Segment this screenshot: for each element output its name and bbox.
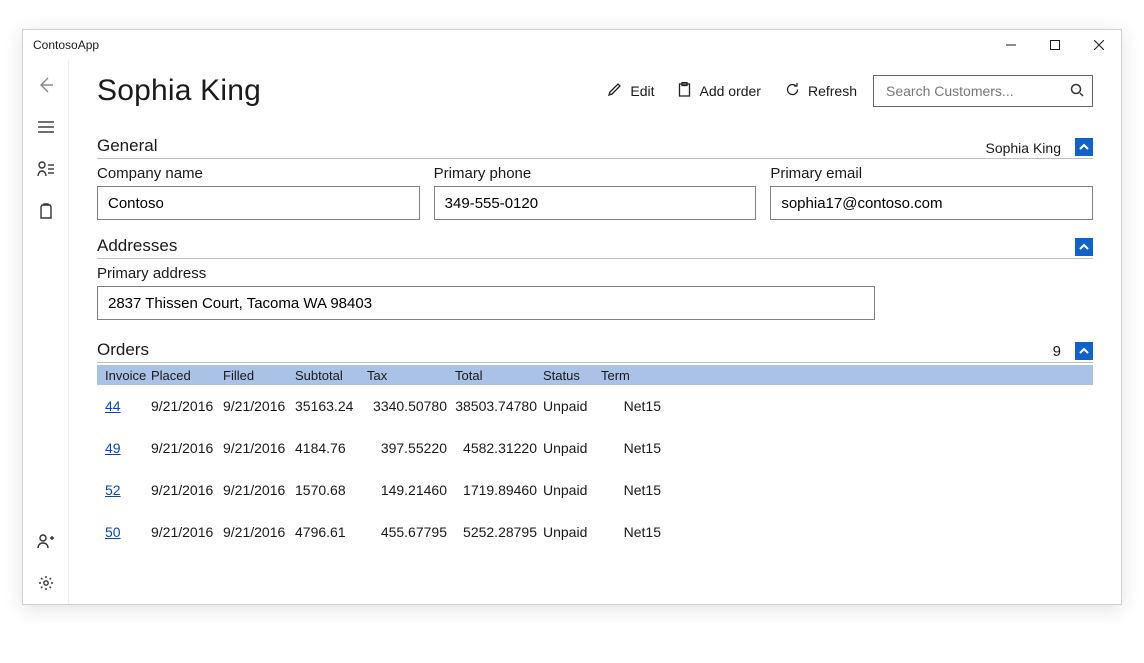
command-bar: Edit Add order Refresh (607, 82, 857, 100)
section-general-name: Sophia King (985, 140, 1061, 156)
cell-tax: 149.21460 (367, 482, 455, 498)
table-row[interactable]: 509/21/20169/21/20164796.61455.677955252… (97, 511, 1093, 553)
pencil-icon (607, 82, 622, 100)
cell-filled: 9/21/2016 (223, 524, 295, 540)
invoice-link[interactable]: 50 (105, 524, 121, 540)
company-input[interactable] (97, 186, 420, 220)
cell-placed: 9/21/2016 (151, 482, 223, 498)
clipboard-icon (678, 82, 691, 100)
field-primary-address: Primary address (97, 265, 875, 320)
search-icon (1070, 83, 1084, 100)
cell-term: Net15 (601, 482, 661, 498)
section-addresses-title: Addresses (97, 236, 1075, 256)
add-order-label: Add order (699, 83, 760, 99)
cell-tax: 455.67795 (367, 524, 455, 540)
cell-placed: 9/21/2016 (151, 440, 223, 456)
cell-filled: 9/21/2016 (223, 482, 295, 498)
app-window: ContosoApp (22, 29, 1122, 605)
cell-subtotal: 35163.24 (295, 398, 367, 414)
sidebar-item-settings[interactable] (23, 562, 69, 604)
refresh-button[interactable]: Refresh (785, 82, 857, 100)
hamburger-menu-button[interactable] (23, 106, 69, 148)
col-total[interactable]: Total (455, 368, 543, 383)
cell-term: Net15 (601, 524, 661, 540)
field-company: Company name (97, 165, 420, 220)
page-title: Sophia King (97, 74, 607, 108)
section-general-title: General (97, 136, 985, 156)
cell-tax: 3340.50780 (367, 398, 455, 414)
table-row[interactable]: 529/21/20169/21/20161570.68149.214601719… (97, 469, 1093, 511)
primary-address-label: Primary address (97, 265, 875, 282)
field-phone: Primary phone (434, 165, 757, 220)
refresh-label: Refresh (808, 83, 857, 99)
email-label: Primary email (770, 165, 1093, 182)
orders-count: 9 (1053, 343, 1061, 360)
invoice-link[interactable]: 44 (105, 398, 121, 414)
company-label: Company name (97, 165, 420, 182)
cell-placed: 9/21/2016 (151, 398, 223, 414)
section-orders-title: Orders (97, 340, 1053, 360)
cell-subtotal: 4184.76 (295, 440, 367, 456)
collapse-general-button[interactable] (1075, 138, 1093, 156)
col-term[interactable]: Term (601, 368, 661, 383)
orders-table-header: Invoice Placed Filled Subtotal Tax Total… (97, 365, 1093, 385)
sidebar-item-add-user[interactable] (23, 520, 69, 562)
close-button[interactable] (1077, 30, 1121, 60)
cell-total: 4582.31220 (455, 440, 543, 456)
sidebar-item-customers[interactable] (23, 148, 69, 190)
cell-status: Unpaid (543, 482, 601, 498)
cell-term: Net15 (601, 398, 661, 414)
table-row[interactable]: 499/21/20169/21/20164184.76397.552204582… (97, 427, 1093, 469)
cell-placed: 9/21/2016 (151, 524, 223, 540)
search-input[interactable] (884, 82, 1070, 100)
field-email: Primary email (770, 165, 1093, 220)
cell-filled: 9/21/2016 (223, 398, 295, 414)
maximize-button[interactable] (1033, 30, 1077, 60)
invoice-link[interactable]: 49 (105, 440, 121, 456)
col-filled[interactable]: Filled (223, 368, 295, 383)
titlebar: ContosoApp (23, 30, 1121, 60)
back-button[interactable] (23, 64, 69, 106)
refresh-icon (785, 82, 800, 100)
collapse-addresses-button[interactable] (1075, 238, 1093, 256)
col-tax[interactable]: Tax (367, 368, 455, 383)
sidebar (23, 60, 69, 604)
section-addresses: Addresses Primary address (97, 236, 1093, 320)
cell-total: 5252.28795 (455, 524, 543, 540)
cell-total: 38503.74780 (455, 398, 543, 414)
section-orders-header: Orders 9 (97, 340, 1093, 363)
content-area: Sophia King Edit Add order Refresh (69, 60, 1121, 604)
invoice-link[interactable]: 52 (105, 482, 121, 498)
table-row[interactable]: 449/21/20169/21/201635163.243340.5078038… (97, 385, 1093, 427)
orders-table: Invoice Placed Filled Subtotal Tax Total… (97, 365, 1093, 553)
cell-subtotal: 1570.68 (295, 482, 367, 498)
col-subtotal[interactable]: Subtotal (295, 368, 367, 383)
col-invoice[interactable]: Invoice (97, 368, 151, 383)
cell-tax: 397.55220 (367, 440, 455, 456)
section-general: General Sophia King Company name Primary… (97, 136, 1093, 220)
cell-status: Unpaid (543, 398, 601, 414)
phone-input[interactable] (434, 186, 757, 220)
phone-label: Primary phone (434, 165, 757, 182)
cell-subtotal: 4796.61 (295, 524, 367, 540)
collapse-orders-button[interactable] (1075, 342, 1093, 360)
col-placed[interactable]: Placed (151, 368, 223, 383)
cell-total: 1719.89460 (455, 482, 543, 498)
cell-status: Unpaid (543, 524, 601, 540)
edit-button[interactable]: Edit (607, 82, 654, 100)
add-order-button[interactable]: Add order (678, 82, 760, 100)
edit-label: Edit (630, 83, 654, 99)
cell-filled: 9/21/2016 (223, 440, 295, 456)
search-box[interactable] (873, 75, 1093, 107)
minimize-button[interactable] (989, 30, 1033, 60)
email-input[interactable] (770, 186, 1093, 220)
cell-term: Net15 (601, 440, 661, 456)
col-status[interactable]: Status (543, 368, 601, 383)
sidebar-item-orders[interactable] (23, 190, 69, 232)
window-title: ContosoApp (33, 38, 989, 52)
primary-address-input[interactable] (97, 286, 875, 320)
cell-status: Unpaid (543, 440, 601, 456)
